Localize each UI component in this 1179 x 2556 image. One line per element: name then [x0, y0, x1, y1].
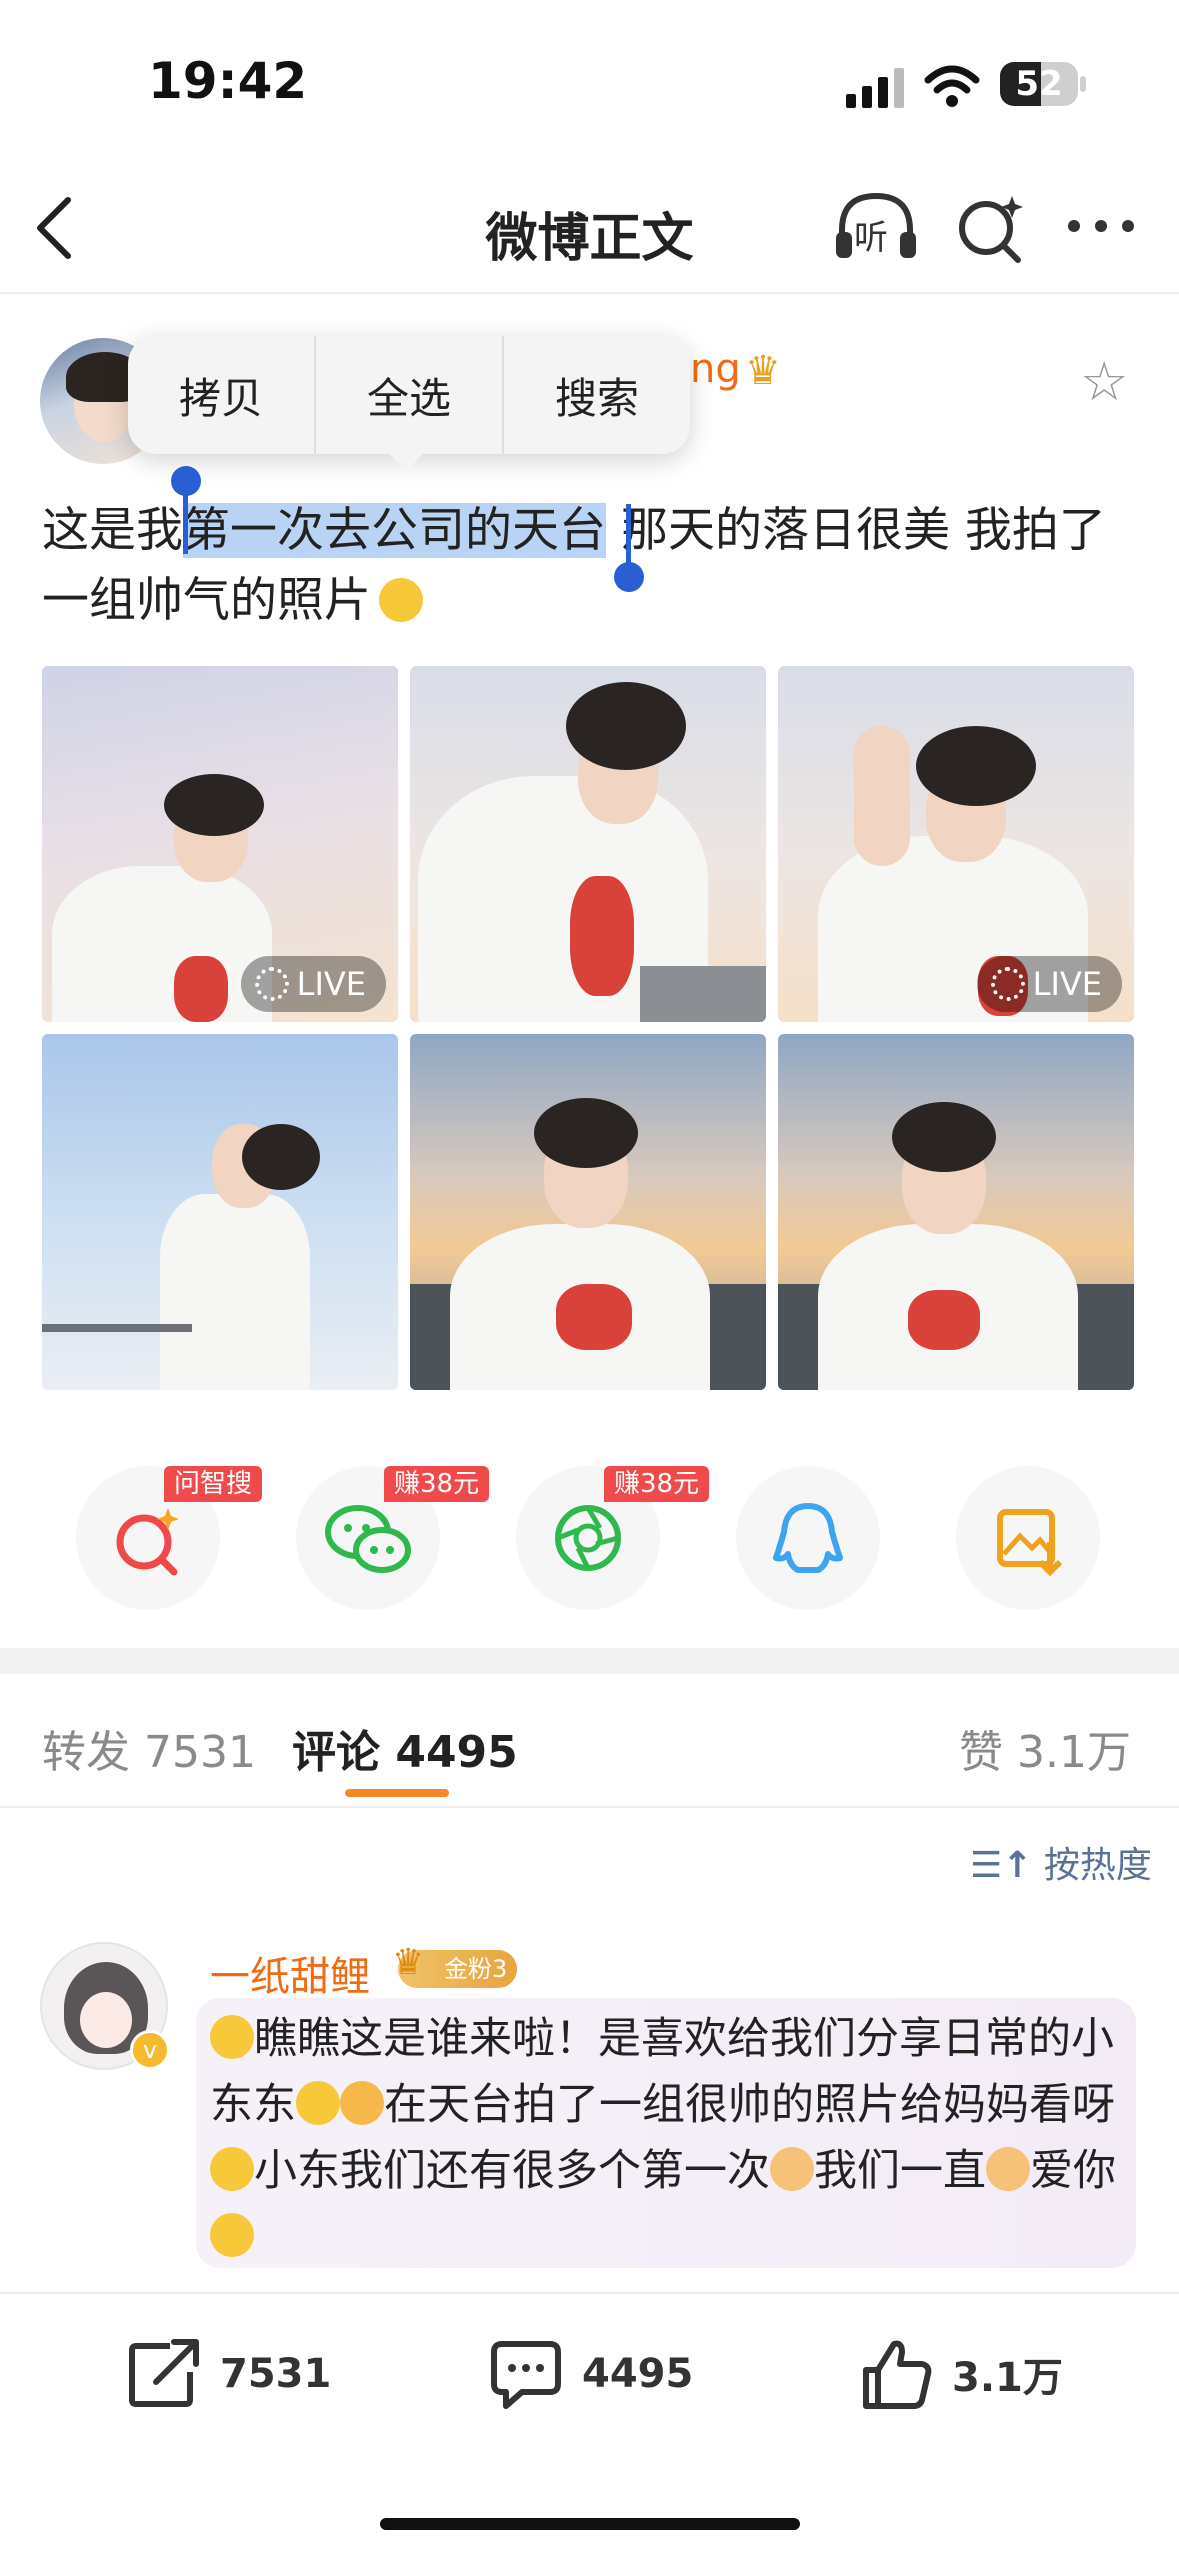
share-tag-wechat: 赚38元 — [384, 1466, 490, 1502]
selection-start-line — [183, 490, 188, 554]
battery-indicator: 52 — [1000, 62, 1078, 106]
post-photo-2[interactable] — [410, 666, 766, 1022]
post-text-before: 这是我 — [42, 503, 183, 558]
qq-icon — [773, 1503, 843, 1573]
comment-text[interactable]: 瞧瞧这是谁来啦！是喜欢给我们分享日常的小东东 在天台拍了一组很帅的照片给妈妈看呀小… — [210, 2006, 1130, 2270]
comment-button[interactable]: 4495 — [488, 2334, 718, 2414]
nav-divider — [0, 292, 1179, 294]
comment-count-bottom: 4495 — [582, 2351, 694, 2397]
listen-label: 听 — [854, 218, 888, 258]
active-tab-indicator — [345, 1789, 449, 1797]
vip-crown-icon: ♛ — [745, 348, 781, 394]
copy-menu-item[interactable]: 拷贝 — [128, 336, 316, 454]
share-qq-button[interactable] — [736, 1466, 880, 1610]
finger-up-emoji-icon — [770, 2147, 814, 2191]
post-body[interactable]: 这是我第一次去公司的天台 那天的落日很美 我拍了一组帅气的照片 — [42, 496, 1142, 636]
smiling-hearts-emoji-icon — [210, 2213, 254, 2257]
comment-count: 4495 — [395, 1727, 518, 1778]
context-menu-pointer — [382, 446, 430, 472]
fan-crown-icon: ♛ — [392, 1942, 425, 1983]
verified-badge-icon: v — [130, 2030, 170, 2070]
post-photo-1[interactable]: LIVE — [42, 666, 398, 1022]
tab-comments[interactable]: 评论 4495 — [292, 1716, 518, 1780]
selection-end-handle[interactable] — [614, 562, 644, 592]
home-indicator — [380, 2518, 800, 2530]
post-photo-4[interactable] — [42, 1034, 398, 1390]
section-separator — [0, 1648, 1179, 1674]
cellular-signal-icon — [846, 68, 904, 108]
post-photo-5[interactable] — [410, 1034, 766, 1390]
repost-icon — [129, 2339, 199, 2407]
commenter-name[interactable]: 一纸甜鲤 — [210, 1944, 370, 2002]
select-all-menu-item[interactable]: 全选 — [316, 336, 504, 454]
author-name[interactable]: ng — [690, 346, 741, 392]
post-photo-3[interactable]: LIVE — [778, 666, 1134, 1022]
listen-button[interactable]: 听 — [832, 188, 920, 268]
tab-repost[interactable]: 转发 7531 — [42, 1716, 256, 1780]
repost-count: 7531 — [144, 1727, 256, 1778]
text-context-menu: 拷贝 全选 搜索 — [128, 336, 690, 454]
finger-up-emoji-icon — [986, 2147, 1030, 2191]
like-count: 3.1万 — [1017, 1727, 1131, 1778]
sort-by-hot-button[interactable]: ☰↑ 按热度 — [970, 1836, 1152, 1888]
heart-eyes-emoji-icon — [210, 2147, 254, 2191]
live-badge: LIVE — [976, 956, 1122, 1012]
search-icon[interactable] — [950, 188, 1030, 268]
share-tag-ai-search: 问智搜 — [164, 1466, 263, 1502]
selected-text[interactable]: 第一次去公司的天台 — [183, 503, 606, 558]
more-icon[interactable] — [1066, 214, 1136, 238]
hands-emoji-icon — [340, 2081, 384, 2125]
thumbs-up-icon — [863, 2340, 932, 2409]
favorite-star-icon[interactable]: ☆ — [1080, 350, 1128, 413]
save-image-button[interactable] — [956, 1466, 1100, 1610]
wifi-icon — [924, 65, 980, 107]
selection-end-line — [626, 504, 631, 568]
battery-cap — [1080, 76, 1086, 92]
surprised-emoji-icon — [210, 2015, 254, 2059]
status-time: 19:42 — [148, 52, 308, 110]
live-badge: LIVE — [240, 956, 386, 1012]
repost-button[interactable]: 7531 — [126, 2334, 356, 2414]
search-menu-item[interactable]: 搜索 — [504, 336, 690, 454]
sort-icon: ☰↑ — [970, 1845, 1033, 1886]
like-count-bottom: 3.1万 — [952, 2355, 1063, 2401]
bottom-action-bar — [0, 2292, 1179, 2556]
post-photo-6[interactable] — [778, 1034, 1134, 1390]
tab-likes[interactable]: 赞 3.1万 — [959, 1716, 1131, 1780]
share-tag-moments: 赚38元 — [604, 1466, 710, 1502]
tabs-divider — [0, 1806, 1179, 1808]
save-image-icon — [997, 1509, 1063, 1577]
pleading-emoji-icon — [296, 2081, 340, 2125]
like-button[interactable]: 3.1万 — [858, 2334, 1088, 2414]
thinking-emoji-icon — [379, 578, 423, 622]
comment-icon — [491, 2341, 561, 2409]
repost-count-bottom: 7531 — [220, 2351, 332, 2397]
